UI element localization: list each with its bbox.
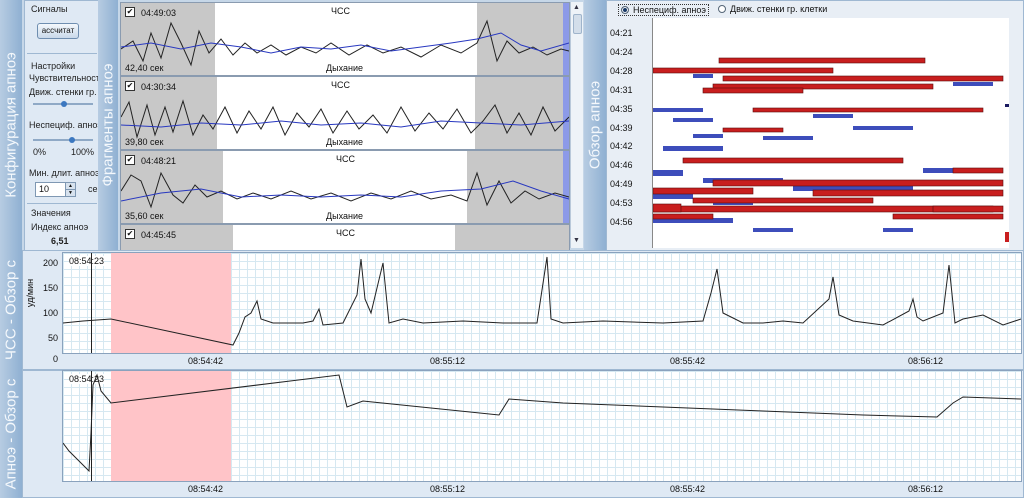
apnea-heatmap bbox=[652, 18, 1009, 248]
nonspec-slider-handle[interactable] bbox=[69, 137, 75, 143]
tab-apnea-config[interactable]: Конфигурация апноэ bbox=[0, 0, 22, 250]
xaxis-tick: 08:55:12 bbox=[430, 356, 466, 366]
tab-apnea-fragments-label: Фрагменты апноэ bbox=[99, 63, 117, 187]
hr-ylabel: уд/мин bbox=[25, 278, 36, 308]
hr-ytick: 150 bbox=[42, 283, 58, 293]
overview-time-tick: 04:42 bbox=[610, 141, 633, 152]
chest-wall-label: Движ. стенки гр. bbox=[29, 87, 97, 97]
apnea-trace bbox=[63, 373, 1021, 473]
apnea-fragment-3[interactable]: ✔ 04:48:21 ЧСС Дыхание 35,60 сек bbox=[120, 150, 570, 224]
scroll-up-button[interactable]: ▲ bbox=[572, 3, 581, 13]
radio-chest-dot bbox=[718, 5, 726, 13]
apnea-chart: 08:54:23 bbox=[62, 370, 1022, 482]
tab-apnea-fragments[interactable]: Фрагменты апноэ bbox=[98, 0, 118, 250]
radio-chest[interactable]: Движ. стенки гр. клетки bbox=[718, 4, 827, 14]
hr-ytick: 100 bbox=[42, 308, 58, 318]
nonspec-label: Неспециф. апноэ bbox=[29, 120, 99, 130]
radio-nonspec[interactable]: Неспециф. апноэ bbox=[618, 4, 709, 16]
fragments-scrollbar[interactable]: ▲ ▼ bbox=[570, 2, 583, 248]
overview-time-tick: 04:28 bbox=[610, 65, 633, 76]
spin-down-button[interactable]: ▼ bbox=[65, 189, 76, 197]
values-label: Значения bbox=[31, 208, 71, 218]
apnea-fragment-1[interactable]: ✔ 04:49:03 ЧСС Дыхание 42,40 сек bbox=[120, 2, 570, 76]
tab-hr-review[interactable]: ЧСС - Обзор с bbox=[0, 250, 22, 370]
overview-time-tick: 04:31 bbox=[610, 84, 633, 95]
divider bbox=[27, 53, 97, 54]
overview-time-tick: 04:21 bbox=[610, 28, 633, 38]
apnea-fragment-2[interactable]: ✔ 04:30:34 ЧСС Дыхание 39,80 сек bbox=[120, 76, 570, 150]
overview-time-tick: 04:35 bbox=[610, 103, 633, 114]
tab-apnea-config-label: Конфигурация апноэ bbox=[2, 52, 20, 198]
apnea-index-value: 6,51 bbox=[51, 236, 69, 246]
nonspec-slider[interactable] bbox=[33, 139, 93, 141]
radio-chest-label: Движ. стенки гр. клетки bbox=[730, 4, 828, 14]
fragment-waveform bbox=[121, 19, 569, 67]
divider bbox=[27, 203, 97, 204]
hr-ytick: 0 bbox=[52, 354, 58, 364]
scroll-down-button[interactable]: ▼ bbox=[572, 236, 581, 246]
hr-chart: 08:54:23 bbox=[62, 252, 1022, 354]
radio-nonspec-label: Неспециф. апноэ bbox=[633, 5, 706, 15]
xaxis-tick: 08:56:12 bbox=[908, 484, 944, 494]
hr-ytick: 50 bbox=[47, 333, 58, 343]
fragment-waveform bbox=[121, 99, 569, 139]
calculate-button[interactable]: ассчитат bbox=[37, 23, 79, 39]
overview-time-tick: 04:56 bbox=[610, 217, 633, 227]
overview-time-tick: 04:24 bbox=[610, 46, 633, 57]
xaxis-tick: 08:54:42 bbox=[188, 356, 224, 366]
min-duration-input[interactable]: 10 bbox=[35, 182, 66, 197]
apnea-fragment-4[interactable]: ✔ 04:45:45 ЧСС bbox=[120, 224, 570, 252]
range-max-label: 100% bbox=[71, 147, 95, 157]
min-duration-label: Мин. длит. апноэ bbox=[29, 168, 99, 178]
tab-apnea-overview-label: Обзор апноэ bbox=[586, 80, 604, 170]
chest-wall-slider-handle[interactable] bbox=[61, 101, 67, 107]
overview-time-tick: 04:49 bbox=[610, 179, 633, 190]
apnea-index-label: Индекс апноэ bbox=[31, 222, 89, 232]
hr-trace bbox=[63, 256, 1021, 346]
xaxis-tick: 08:56:12 bbox=[908, 356, 944, 366]
xaxis-tick: 08:54:42 bbox=[188, 484, 224, 494]
fragment-waveform bbox=[121, 171, 569, 209]
scroll-thumb[interactable] bbox=[573, 14, 582, 34]
sensitivity-label: Чувствительность bbox=[29, 73, 99, 83]
radio-nonspec-dot bbox=[621, 6, 629, 14]
fragment-checkbox[interactable]: ✔ bbox=[125, 229, 135, 239]
fragment-time: 04:45:45 bbox=[141, 230, 177, 240]
config-panel: Сигналы ассчитат Настройки Чувствительно… bbox=[24, 0, 100, 252]
hr-ytick: 200 bbox=[42, 258, 58, 268]
tab-apnea-review-label: Апноэ - Обзор с bbox=[2, 378, 20, 490]
heatmap-canvas bbox=[653, 57, 1009, 242]
tab-hr-review-label: ЧСС - Обзор с bbox=[2, 260, 20, 360]
xaxis-tick: 08:55:12 bbox=[430, 484, 466, 494]
tab-apnea-overview[interactable]: Обзор апноэ bbox=[584, 0, 606, 250]
overview-time-tick: 04:46 bbox=[610, 160, 633, 171]
settings-label: Настройки bbox=[31, 61, 76, 71]
signals-label: Сигналы bbox=[31, 4, 68, 14]
overview-time-tick: 04:53 bbox=[610, 198, 633, 209]
xaxis-tick: 08:55:42 bbox=[670, 356, 706, 366]
range-min-label: 0% bbox=[33, 147, 47, 157]
tab-apnea-review[interactable]: Апноэ - Обзор с bbox=[0, 370, 22, 498]
fragment-hr-label: ЧСС bbox=[336, 228, 355, 238]
xaxis-tick: 08:55:42 bbox=[670, 484, 706, 494]
overview-time-tick: 04:39 bbox=[610, 122, 633, 133]
